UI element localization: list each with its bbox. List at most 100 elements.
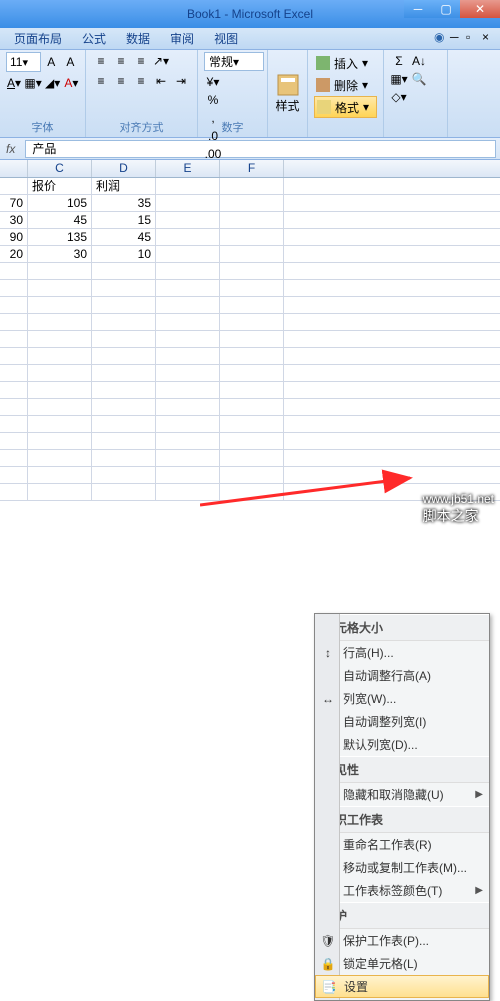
section-visibility: 可见性 [315, 756, 489, 783]
table-row[interactable] [0, 450, 500, 467]
close-button[interactable]: ✕ [460, 0, 500, 18]
table-row[interactable] [0, 467, 500, 484]
font-color-icon[interactable]: A▾ [63, 74, 79, 92]
table-row[interactable]: 7010535 [0, 195, 500, 212]
table-row[interactable] [0, 399, 500, 416]
format-dropdown: 单元格大小 ↕行高(H)... 自动调整行高(A) ↔列宽(W)... 自动调整… [314, 613, 490, 1001]
tab-view[interactable]: 视图 [204, 27, 248, 50]
menu-col-width[interactable]: ↔列宽(W)... [315, 687, 489, 710]
menu-row-height[interactable]: ↕行高(H)... [315, 641, 489, 664]
col-d[interactable]: D [92, 160, 156, 177]
styles-group: 样式 [268, 50, 308, 137]
autosum-icon[interactable]: Σ [390, 52, 408, 70]
clear-icon[interactable]: ◇▾ [390, 88, 408, 106]
styles-button[interactable]: 样式 [272, 69, 304, 119]
table-row[interactable]: 9013545 [0, 229, 500, 246]
menu-format-cells[interactable]: 📑设置 [315, 975, 489, 998]
row-height-icon: ↕ [320, 645, 336, 661]
title-bar: Book1 - Microsoft Excel ─ ▢ ✕ [0, 0, 500, 28]
worksheet[interactable]: C D E F 报价 利润 7010535 304515 9013545 203… [0, 160, 500, 501]
font-group: 11 ▾ A A A▾ ▦▾ ◢▾ A▾ 字体 [0, 50, 86, 137]
submenu-arrow-icon: ▶ [475, 885, 483, 896]
table-row[interactable] [0, 297, 500, 314]
indent-left-icon[interactable]: ⇤ [152, 72, 170, 90]
fx-icon[interactable]: fx [0, 142, 21, 156]
find-icon[interactable]: 🔍 [410, 70, 428, 88]
watermark: www.jb51.net 脚本之家 [423, 492, 494, 526]
cells-group: 插入 ▾ 删除 ▾ 格式 ▾ [308, 50, 384, 137]
menu-hide-unhide[interactable]: 隐藏和取消隐藏(U)▶ [315, 783, 489, 806]
align-group-label: 对齐方式 [86, 119, 197, 135]
font-size-combo[interactable]: 11 ▾ [6, 52, 41, 72]
currency-icon[interactable]: ¥▾ [204, 73, 222, 91]
underline-icon[interactable]: A▾ [6, 74, 22, 92]
table-row[interactable] [0, 348, 500, 365]
align-center-icon[interactable]: ≡ [112, 72, 130, 90]
table-row[interactable] [0, 280, 500, 297]
font-group-label: 字体 [0, 119, 85, 135]
insert-cells-button[interactable]: 插入 ▾ [314, 52, 377, 74]
col-f[interactable]: F [220, 160, 284, 177]
align-top-icon[interactable]: ≡ [92, 52, 110, 70]
ribbon-tabs: 页面布局 公式 数据 审阅 视图 ◉ ─ ▫ × [0, 28, 500, 50]
window-title: Book1 - Microsoft Excel [187, 7, 313, 21]
table-row[interactable]: 203010 [0, 246, 500, 263]
menu-rename-sheet[interactable]: 重命名工作表(R) [315, 833, 489, 856]
menu-tab-color[interactable]: 工作表标签颜色(T)▶ [315, 879, 489, 902]
orientation-icon[interactable]: ↗▾ [152, 52, 170, 70]
border-icon[interactable]: ▦▾ [24, 74, 42, 92]
minimize-button[interactable]: ─ [404, 0, 432, 18]
table-row[interactable]: 报价 利润 [0, 178, 500, 195]
tab-formulas[interactable]: 公式 [72, 27, 116, 50]
insert-icon [316, 56, 330, 70]
section-protect: 保护 [315, 902, 489, 929]
editing-group: ΣA↓ ▦▾🔍 ◇▾ [384, 50, 448, 137]
table-row[interactable] [0, 433, 500, 450]
align-right-icon[interactable]: ≡ [132, 72, 150, 90]
align-bottom-icon[interactable]: ≡ [132, 52, 150, 70]
col-e[interactable]: E [156, 160, 220, 177]
tab-pagelayout[interactable]: 页面布局 [4, 27, 72, 50]
number-format-combo[interactable]: 常规 ▾ [204, 52, 264, 71]
restore-window-icon[interactable]: ▫ [466, 30, 480, 44]
table-row[interactable] [0, 314, 500, 331]
format-cells-button[interactable]: 格式 ▾ [314, 96, 377, 118]
menu-move-copy[interactable]: 移动或复制工作表(M)... [315, 856, 489, 879]
menu-lock-cell[interactable]: 🔒锁定单元格(L) [315, 952, 489, 975]
sort-icon[interactable]: A↓ [410, 52, 428, 70]
percent-icon[interactable]: % [204, 91, 222, 109]
table-row[interactable] [0, 382, 500, 399]
grow-font-icon[interactable]: A [43, 53, 60, 71]
help-icon[interactable]: ◉ [434, 30, 448, 44]
fill-color-icon[interactable]: ◢▾ [44, 74, 61, 92]
close-workbook-icon[interactable]: × [482, 30, 496, 44]
table-row[interactable] [0, 331, 500, 348]
menu-autofit-col[interactable]: 自动调整列宽(I) [315, 710, 489, 733]
indent-right-icon[interactable]: ⇥ [172, 72, 190, 90]
styles-icon [276, 73, 300, 97]
col-c[interactable]: C [28, 160, 92, 177]
format-icon [317, 100, 331, 114]
table-row[interactable]: 304515 [0, 212, 500, 229]
table-row[interactable] [0, 263, 500, 280]
menu-protect-sheet[interactable]: 🛡保护工作表(P)... [315, 929, 489, 952]
table-row[interactable] [0, 416, 500, 433]
tab-data[interactable]: 数据 [116, 27, 160, 50]
menu-autofit-row[interactable]: 自动调整行高(A) [315, 664, 489, 687]
delete-icon [316, 78, 330, 92]
table-row[interactable] [0, 365, 500, 382]
align-group: ≡ ≡ ≡ ↗▾ ≡ ≡ ≡ ⇤ ⇥ 对齐方式 [86, 50, 198, 137]
minimize-ribbon-icon[interactable]: ─ [450, 30, 464, 44]
ribbon: 11 ▾ A A A▾ ▦▾ ◢▾ A▾ 字体 ≡ ≡ ≡ ↗▾ ≡ ≡ ≡ ⇤… [0, 50, 500, 138]
section-organize: 组织工作表 [315, 806, 489, 833]
fill-icon[interactable]: ▦▾ [390, 70, 408, 88]
tab-review[interactable]: 审阅 [160, 27, 204, 50]
submenu-arrow-icon: ▶ [475, 789, 483, 800]
shrink-font-icon[interactable]: A [62, 53, 79, 71]
align-left-icon[interactable]: ≡ [92, 72, 110, 90]
menu-default-width[interactable]: 默认列宽(D)... [315, 733, 489, 756]
maximize-button[interactable]: ▢ [432, 0, 460, 18]
align-middle-icon[interactable]: ≡ [112, 52, 130, 70]
delete-cells-button[interactable]: 删除 ▾ [314, 74, 377, 96]
protect-icon: 🛡 [320, 933, 336, 949]
